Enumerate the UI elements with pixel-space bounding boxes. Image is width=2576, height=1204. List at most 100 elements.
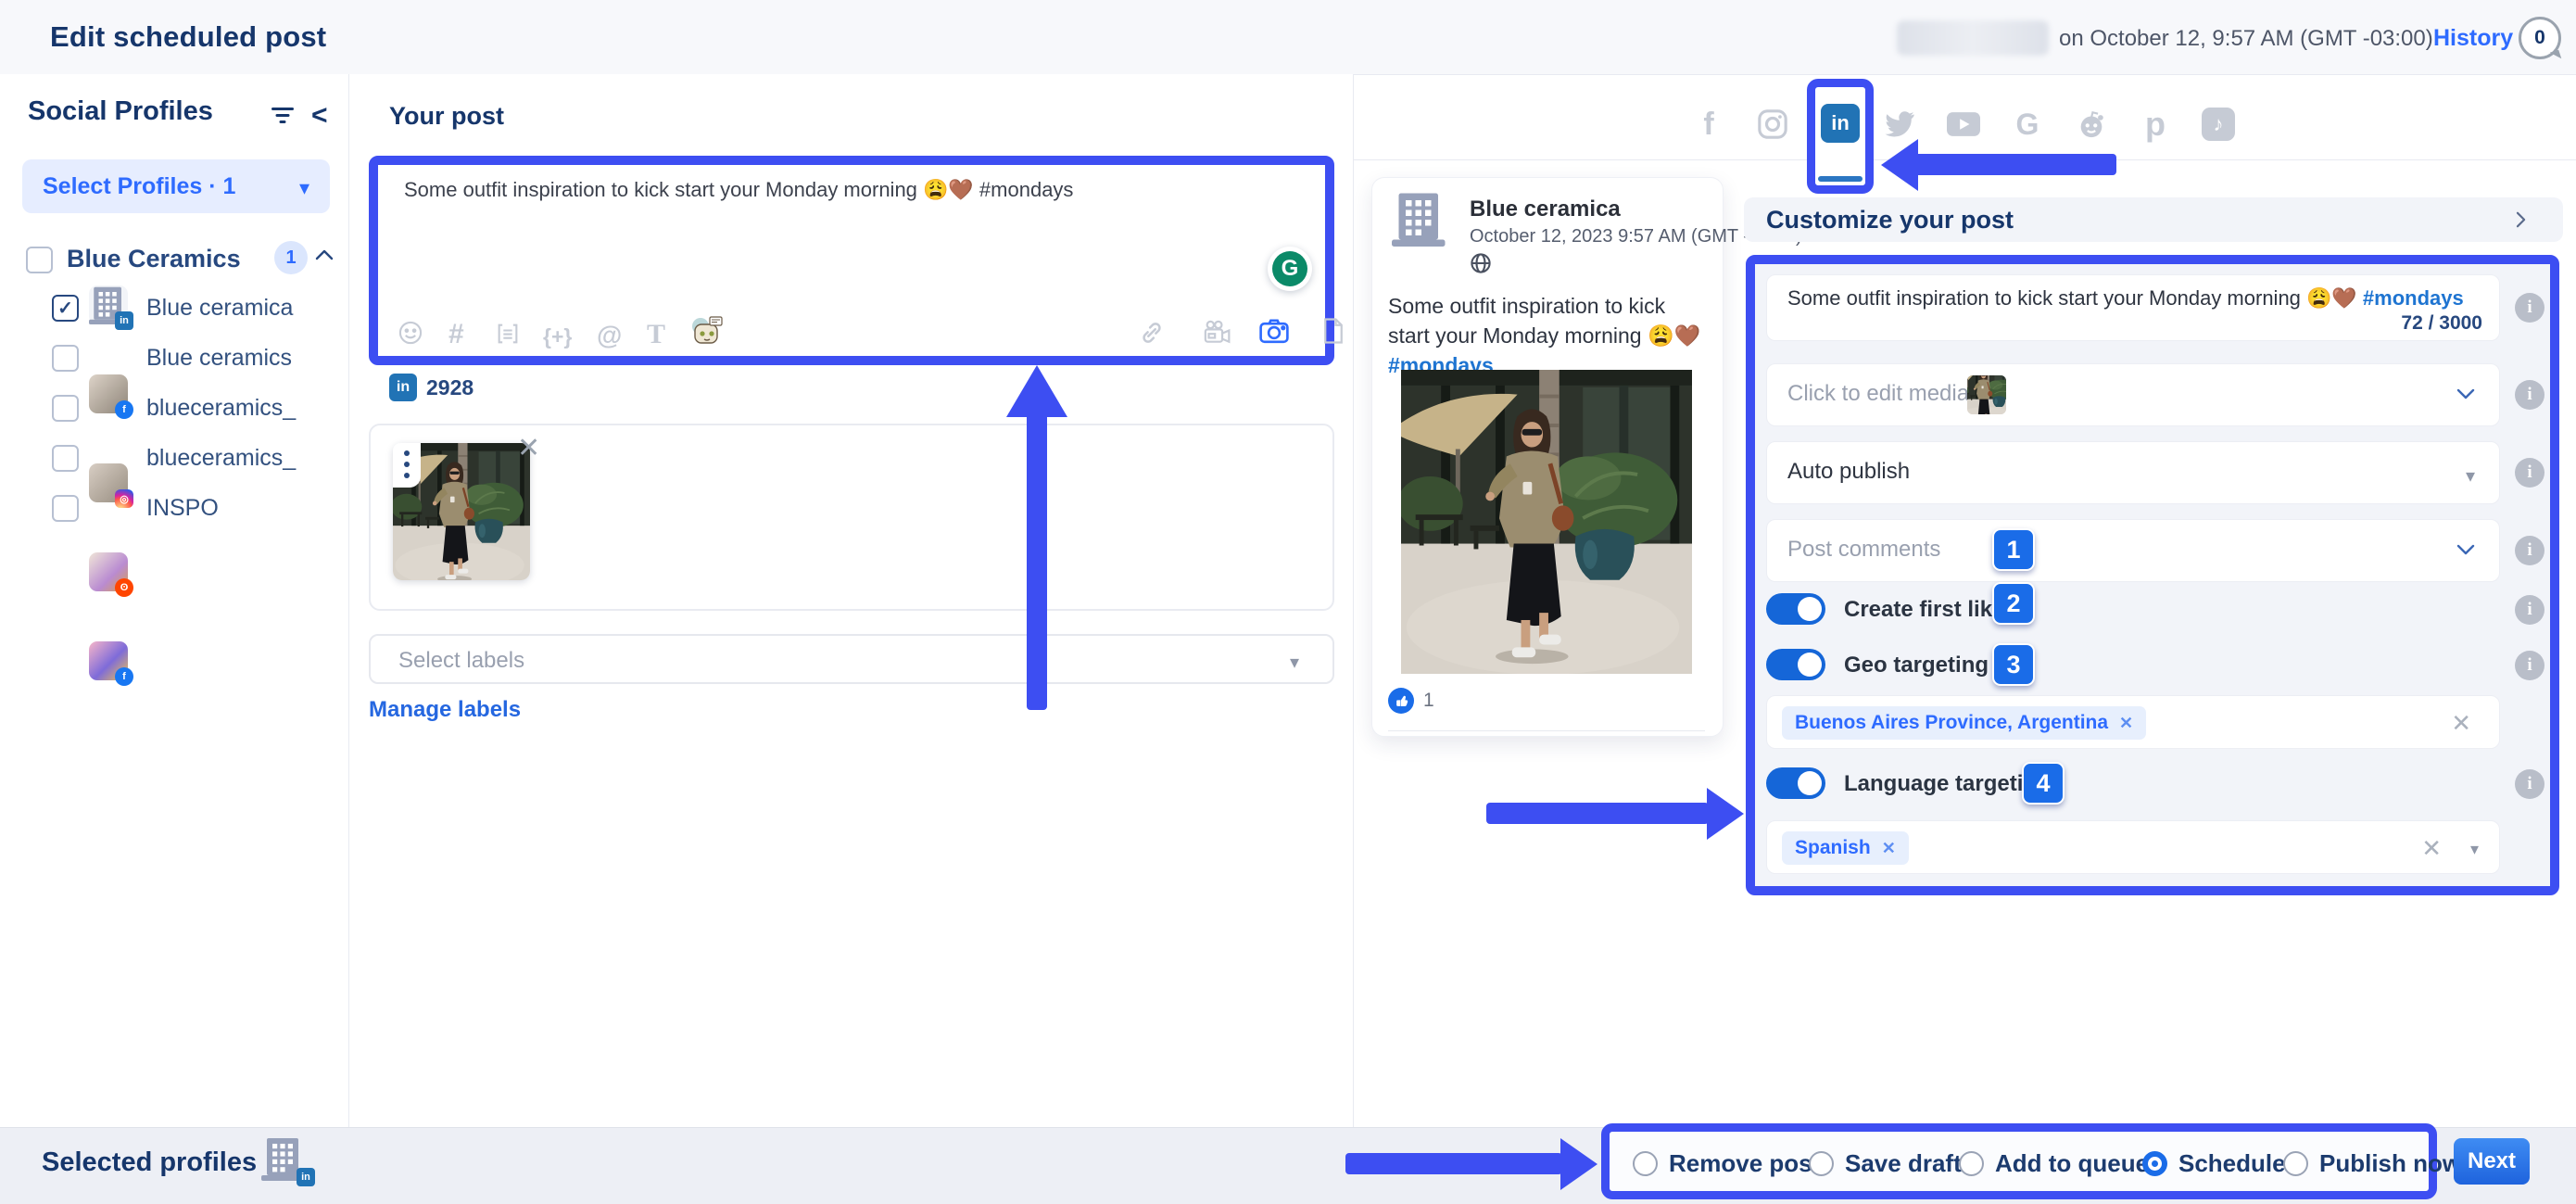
network-tab-facebook[interactable]: f bbox=[1688, 104, 1729, 145]
hashtag-icon[interactable]: # bbox=[448, 319, 464, 350]
chevron-down-icon[interactable] bbox=[2456, 388, 2475, 400]
emoji-picker-icon[interactable] bbox=[397, 319, 424, 347]
info-icon[interactable]: i bbox=[2515, 769, 2544, 799]
network-tab-linkedin-active[interactable]: in bbox=[1821, 104, 1860, 143]
collapse-sidebar-icon[interactable]: < bbox=[311, 100, 328, 132]
geo-targeting-field[interactable]: Buenos Aires Province, Argentina✕ ✕ bbox=[1766, 695, 2500, 749]
preview-like-count: 1 bbox=[1423, 690, 1434, 712]
profile-name[interactable]: INSPO bbox=[146, 495, 219, 522]
labels-placeholder: Select labels bbox=[398, 648, 524, 674]
ai-assistant-icon[interactable] bbox=[688, 315, 725, 349]
language-chip[interactable]: Spanish✕ bbox=[1782, 831, 1909, 865]
filter-icon[interactable] bbox=[271, 108, 295, 126]
custom-fields-icon[interactable]: {+} bbox=[543, 324, 572, 349]
remove-chip-icon[interactable]: ✕ bbox=[1882, 839, 1896, 858]
profile-name[interactable]: Blue ceramica bbox=[146, 295, 293, 322]
divider bbox=[1388, 730, 1705, 731]
post-text[interactable]: Some outfit inspiration to kick start yo… bbox=[404, 176, 1312, 204]
media-menu-icon[interactable] bbox=[393, 443, 421, 488]
radio-label: Schedule bbox=[2178, 1149, 2286, 1178]
customize-post-text-field[interactable]: Some outfit inspiration to kick start yo… bbox=[1766, 274, 2500, 341]
chevron-down-icon[interactable] bbox=[2456, 544, 2475, 556]
profile-checkbox[interactable] bbox=[52, 495, 79, 522]
network-tab-tiktok[interactable]: ♪ bbox=[2198, 104, 2239, 145]
network-tab-reddit[interactable] bbox=[2071, 104, 2112, 145]
page-title: Edit scheduled post bbox=[50, 20, 326, 54]
select-profiles-dropdown[interactable]: Select Profiles · 1 ▾ bbox=[22, 159, 330, 213]
next-button[interactable]: Next bbox=[2454, 1138, 2530, 1185]
annotation-arrow-bottom-shaft bbox=[1345, 1153, 1562, 1174]
mention-icon[interactable]: @ bbox=[597, 321, 622, 350]
radio-remove-post[interactable]: Remove post bbox=[1633, 1149, 1820, 1178]
selected-profile-icon: in bbox=[261, 1136, 308, 1183]
info-icon[interactable]: i bbox=[2515, 595, 2544, 625]
language-targeting-field[interactable]: Spanish✕ ✕ ▾ bbox=[1766, 820, 2500, 874]
network-tab-instagram[interactable] bbox=[1752, 104, 1793, 145]
profile-checkbox[interactable]: ✓ bbox=[52, 295, 79, 322]
selected-profiles-label: Selected profiles bbox=[42, 1147, 257, 1178]
preview-account-name: Blue ceramica bbox=[1470, 196, 1621, 222]
character-counter: 72 / 3000 bbox=[2401, 312, 2482, 335]
preview-post-image bbox=[1401, 370, 1692, 674]
info-icon[interactable]: i bbox=[2515, 458, 2544, 488]
customize-title: Customize your post bbox=[1766, 206, 2014, 234]
radio-publish-now[interactable]: Publish now bbox=[2283, 1149, 2461, 1178]
profile-checkbox[interactable] bbox=[52, 345, 79, 372]
geo-targeting-toggle[interactable] bbox=[1766, 649, 1825, 680]
info-icon[interactable]: i bbox=[2515, 380, 2544, 410]
network-tab-pinterest[interactable]: p bbox=[2135, 104, 2176, 145]
company-avatar-icon bbox=[1392, 191, 1449, 248]
profile-name[interactable]: blueceramics_ bbox=[146, 445, 296, 472]
link-icon[interactable] bbox=[1138, 319, 1166, 347]
edit-media-label: Click to edit media bbox=[1787, 381, 1969, 407]
language-targeting-toggle[interactable] bbox=[1766, 767, 1825, 799]
clear-field-icon[interactable]: ✕ bbox=[2451, 709, 2471, 738]
info-icon[interactable]: i bbox=[2515, 293, 2544, 323]
manage-labels-link[interactable]: Manage labels bbox=[369, 697, 521, 723]
saved-captions-icon[interactable] bbox=[495, 321, 521, 347]
edit-media-field[interactable]: Click to edit media bbox=[1766, 363, 2500, 426]
remove-chip-icon[interactable]: ✕ bbox=[2119, 714, 2133, 733]
radio-schedule[interactable]: Schedule bbox=[2142, 1149, 2286, 1178]
post-comments-dropdown[interactable]: Post comments bbox=[1766, 519, 2500, 582]
video-icon[interactable] bbox=[1201, 319, 1232, 347]
clear-field-icon[interactable]: ✕ bbox=[2421, 834, 2442, 863]
grammarly-icon[interactable]: G bbox=[1268, 247, 1312, 291]
profile-checkbox[interactable] bbox=[52, 445, 79, 472]
profile-checkbox[interactable] bbox=[52, 395, 79, 422]
geo-chip[interactable]: Buenos Aires Province, Argentina✕ bbox=[1782, 706, 2146, 740]
radio-save-draft[interactable]: Save draft bbox=[1809, 1149, 1962, 1178]
create-first-like-label: Create first like bbox=[1844, 597, 2004, 623]
radio-add-to-queue[interactable]: Add to queue bbox=[1959, 1149, 2149, 1178]
network-tab-youtube[interactable] bbox=[1943, 104, 1984, 145]
linkedin-badge-icon: in bbox=[297, 1168, 315, 1186]
photo-icon[interactable] bbox=[1258, 317, 1290, 345]
info-icon[interactable]: i bbox=[2515, 536, 2544, 565]
create-first-like-toggle[interactable] bbox=[1766, 593, 1825, 625]
chevron-up-icon[interactable] bbox=[315, 248, 334, 260]
remove-media-icon[interactable]: ✕ bbox=[517, 432, 540, 464]
group-checkbox[interactable] bbox=[26, 247, 53, 273]
comments-bubble-icon[interactable]: 0 bbox=[2519, 17, 2561, 59]
auto-publish-label: Auto publish bbox=[1787, 459, 1910, 485]
history-link[interactable]: History bbox=[2433, 25, 2513, 52]
post-comments-label: Post comments bbox=[1787, 537, 1940, 563]
group-name: Blue Ceramics bbox=[67, 245, 241, 273]
select-labels-dropdown[interactable]: Select labels ▾ bbox=[369, 634, 1334, 684]
facebook-badge-icon: f bbox=[115, 667, 133, 686]
network-tab-google[interactable]: G bbox=[2007, 104, 2048, 145]
avatar: f bbox=[89, 374, 128, 413]
profile-name[interactable]: Blue ceramics bbox=[146, 345, 292, 372]
chevron-right-icon[interactable] bbox=[2513, 211, 2530, 228]
text-format-icon[interactable]: T bbox=[647, 319, 665, 350]
document-icon[interactable] bbox=[1321, 317, 1345, 345]
info-icon[interactable]: i bbox=[2515, 651, 2544, 680]
caret-down-icon: ▾ bbox=[2466, 464, 2475, 488]
group-count-badge: 1 bbox=[274, 241, 308, 274]
active-tab-underline bbox=[1818, 176, 1863, 182]
preview-post-text: Some outfit inspiration to kick start yo… bbox=[1388, 291, 1707, 381]
edit-scheduled-post-page: { "header": { "title": "Edit scheduled p… bbox=[0, 0, 2576, 1203]
radio-label: Save draft bbox=[1845, 1149, 1962, 1178]
profile-name[interactable]: blueceramics_ bbox=[146, 395, 296, 422]
auto-publish-dropdown[interactable]: Auto publish ▾ bbox=[1766, 441, 2500, 504]
